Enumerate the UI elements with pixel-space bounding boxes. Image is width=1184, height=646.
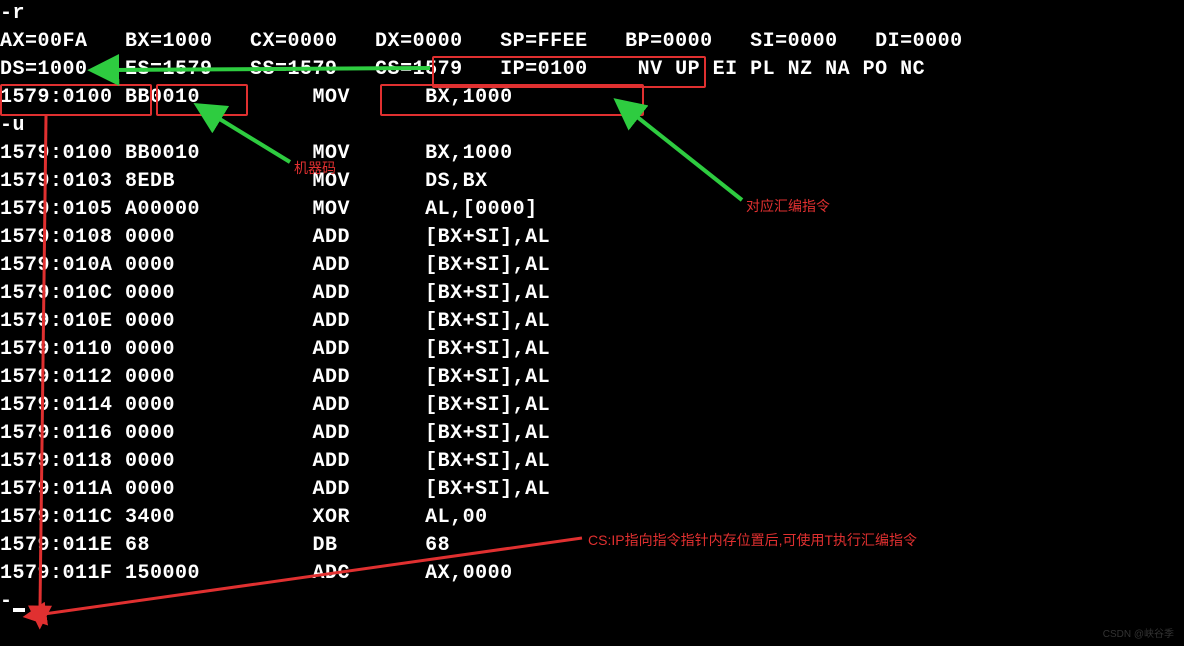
disasm-line: 1579:0103 8EDB MOV DS,BX	[0, 168, 1184, 196]
disasm-line: 1579:010E 0000 ADD [BX+SI],AL	[0, 308, 1184, 336]
box-address	[0, 84, 152, 116]
debug-prompt[interactable]: -	[0, 588, 1184, 616]
disasm-line: 1579:0112 0000 ADD [BX+SI],AL	[0, 364, 1184, 392]
disasm-line: 1579:0100 BB0010 MOV BX,1000	[0, 140, 1184, 168]
registers-line-1: AX=00FA BX=1000 CX=0000 DX=0000 SP=FFEE …	[0, 28, 1184, 56]
disasm-line: 1579:010C 0000 ADD [BX+SI],AL	[0, 280, 1184, 308]
disasm-line: 1579:011A 0000 ADD [BX+SI],AL	[0, 476, 1184, 504]
disasm-line: 1579:011C 3400 XOR AL,00	[0, 504, 1184, 532]
disasm-line: 1579:0118 0000 ADD [BX+SI],AL	[0, 448, 1184, 476]
debug-r-command: -r	[0, 0, 1184, 28]
label-asm: 对应汇编指令	[746, 196, 830, 216]
box-asm	[380, 84, 644, 116]
disasm-line: 1579:0116 0000 ADD [BX+SI],AL	[0, 420, 1184, 448]
watermark: CSDN @峡谷季	[1103, 625, 1174, 640]
debug-u-command: -u	[0, 112, 1184, 140]
cursor-icon	[13, 608, 25, 612]
disasm-line: 1579:0108 0000 ADD [BX+SI],AL	[0, 224, 1184, 252]
label-machine-code: 机器码	[294, 158, 336, 178]
box-machine-code	[156, 84, 248, 116]
disasm-line: 1579:010A 0000 ADD [BX+SI],AL	[0, 252, 1184, 280]
disasm-line: 1579:0105 A00000 MOV AL,[0000]	[0, 196, 1184, 224]
disasm-line: 1579:0114 0000 ADD [BX+SI],AL	[0, 392, 1184, 420]
label-csip-note: CS:IP指向指令指针内存位置后,可使用T执行汇编指令	[588, 530, 917, 550]
disasm-line: 1579:011F 150000 ADC AX,0000	[0, 560, 1184, 588]
disasm-line: 1579:0110 0000 ADD [BX+SI],AL	[0, 336, 1184, 364]
